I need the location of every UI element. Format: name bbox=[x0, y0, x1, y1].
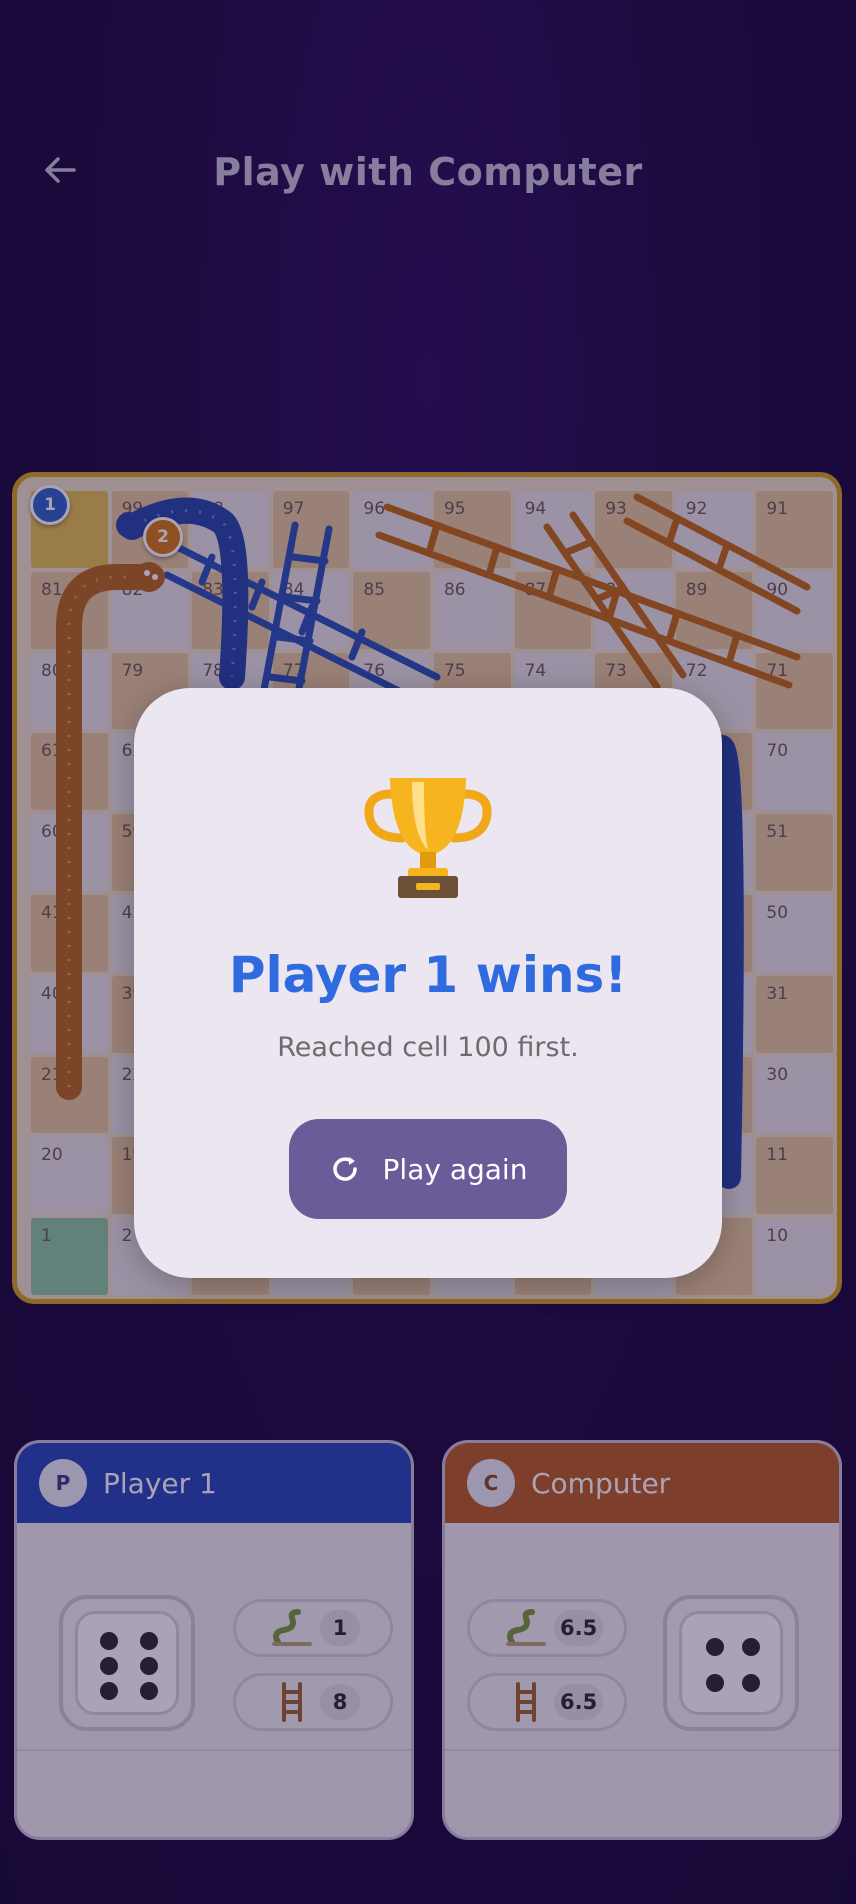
refresh-icon bbox=[332, 1157, 357, 1181]
win-subtitle: Reached cell 100 first. bbox=[277, 1032, 579, 1063]
play-again-button[interactable]: Play again bbox=[289, 1119, 567, 1219]
win-title: Player 1 wins! bbox=[228, 946, 628, 1004]
play-again-label: Play again bbox=[382, 1152, 528, 1186]
trophy-icon bbox=[364, 778, 492, 898]
win-dialog: Player 1 wins! Reached cell 100 first. P… bbox=[134, 688, 722, 1278]
